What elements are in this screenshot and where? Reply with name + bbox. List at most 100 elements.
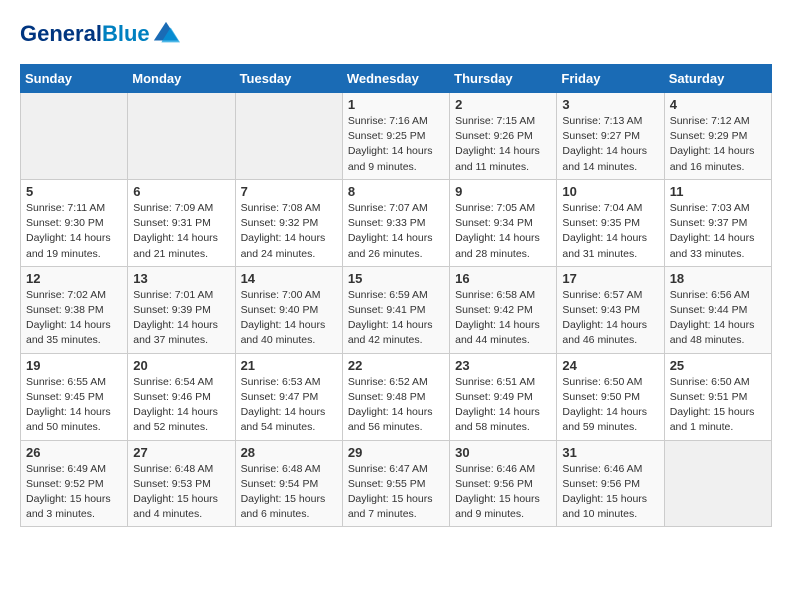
sunrise-label: Sunrise: 6:55 AM [26,376,106,388]
day-number: 27 [133,445,229,460]
daylight-label: Daylight: 15 hours and 3 minutes. [26,493,111,520]
calendar-cell: 4 Sunrise: 7:12 AM Sunset: 9:29 PM Dayli… [664,93,771,180]
daylight-label: Daylight: 14 hours and 35 minutes. [26,319,111,346]
calendar-week-row: 5 Sunrise: 7:11 AM Sunset: 9:30 PM Dayli… [21,179,772,266]
day-number: 8 [348,184,444,199]
day-info: Sunrise: 7:02 AM Sunset: 9:38 PM Dayligh… [26,288,122,349]
sunrise-label: Sunrise: 6:51 AM [455,376,535,388]
day-number: 20 [133,358,229,373]
calendar-cell: 31 Sunrise: 6:46 AM Sunset: 9:56 PM Dayl… [557,440,664,527]
day-info: Sunrise: 6:53 AM Sunset: 9:47 PM Dayligh… [241,375,337,436]
sunset-label: Sunset: 9:48 PM [348,391,426,403]
day-info: Sunrise: 6:55 AM Sunset: 9:45 PM Dayligh… [26,375,122,436]
sunrise-label: Sunrise: 7:08 AM [241,202,321,214]
daylight-label: Daylight: 14 hours and 56 minutes. [348,406,433,433]
calendar-table: SundayMondayTuesdayWednesdayThursdayFrid… [20,64,772,527]
logo-icon [152,20,180,48]
day-number: 1 [348,97,444,112]
day-info: Sunrise: 6:46 AM Sunset: 9:56 PM Dayligh… [562,462,658,523]
calendar-cell [21,93,128,180]
sunrise-label: Sunrise: 6:48 AM [133,463,213,475]
daylight-label: Daylight: 14 hours and 33 minutes. [670,232,755,259]
sunrise-label: Sunrise: 6:49 AM [26,463,106,475]
daylight-label: Daylight: 15 hours and 6 minutes. [241,493,326,520]
sunset-label: Sunset: 9:42 PM [455,304,533,316]
calendar-cell: 9 Sunrise: 7:05 AM Sunset: 9:34 PM Dayli… [450,179,557,266]
sunrise-label: Sunrise: 6:53 AM [241,376,321,388]
day-number: 9 [455,184,551,199]
sunrise-label: Sunrise: 6:56 AM [670,289,750,301]
sunset-label: Sunset: 9:29 PM [670,130,748,142]
calendar-cell: 14 Sunrise: 7:00 AM Sunset: 9:40 PM Dayl… [235,266,342,353]
sunset-label: Sunset: 9:34 PM [455,217,533,229]
sunset-label: Sunset: 9:35 PM [562,217,640,229]
sunset-label: Sunset: 9:53 PM [133,478,211,490]
sunset-label: Sunset: 9:43 PM [562,304,640,316]
sunrise-label: Sunrise: 7:07 AM [348,202,428,214]
sunrise-label: Sunrise: 7:11 AM [26,202,105,214]
weekday-header-tuesday: Tuesday [235,65,342,93]
daylight-label: Daylight: 14 hours and 52 minutes. [133,406,218,433]
day-info: Sunrise: 7:07 AM Sunset: 9:33 PM Dayligh… [348,201,444,262]
calendar-cell: 19 Sunrise: 6:55 AM Sunset: 9:45 PM Dayl… [21,353,128,440]
weekday-header-saturday: Saturday [664,65,771,93]
sunset-label: Sunset: 9:38 PM [26,304,104,316]
calendar-week-row: 26 Sunrise: 6:49 AM Sunset: 9:52 PM Dayl… [21,440,772,527]
day-number: 10 [562,184,658,199]
daylight-label: Daylight: 14 hours and 9 minutes. [348,145,433,172]
sunrise-label: Sunrise: 7:16 AM [348,115,428,127]
sunrise-label: Sunrise: 6:52 AM [348,376,428,388]
day-info: Sunrise: 7:00 AM Sunset: 9:40 PM Dayligh… [241,288,337,349]
day-number: 3 [562,97,658,112]
sunrise-label: Sunrise: 6:47 AM [348,463,428,475]
day-info: Sunrise: 7:01 AM Sunset: 9:39 PM Dayligh… [133,288,229,349]
daylight-label: Daylight: 15 hours and 10 minutes. [562,493,647,520]
day-number: 2 [455,97,551,112]
calendar-cell: 10 Sunrise: 7:04 AM Sunset: 9:35 PM Dayl… [557,179,664,266]
weekday-header-row: SundayMondayTuesdayWednesdayThursdayFrid… [21,65,772,93]
day-info: Sunrise: 7:15 AM Sunset: 9:26 PM Dayligh… [455,114,551,175]
day-info: Sunrise: 6:52 AM Sunset: 9:48 PM Dayligh… [348,375,444,436]
sunset-label: Sunset: 9:31 PM [133,217,211,229]
day-info: Sunrise: 6:51 AM Sunset: 9:49 PM Dayligh… [455,375,551,436]
day-info: Sunrise: 6:59 AM Sunset: 9:41 PM Dayligh… [348,288,444,349]
calendar-cell: 30 Sunrise: 6:46 AM Sunset: 9:56 PM Dayl… [450,440,557,527]
daylight-label: Daylight: 14 hours and 46 minutes. [562,319,647,346]
day-number: 30 [455,445,551,460]
calendar-week-row: 1 Sunrise: 7:16 AM Sunset: 9:25 PM Dayli… [21,93,772,180]
daylight-label: Daylight: 14 hours and 14 minutes. [562,145,647,172]
daylight-label: Daylight: 14 hours and 54 minutes. [241,406,326,433]
daylight-label: Daylight: 14 hours and 16 minutes. [670,145,755,172]
calendar-cell: 26 Sunrise: 6:49 AM Sunset: 9:52 PM Dayl… [21,440,128,527]
sunrise-label: Sunrise: 7:04 AM [562,202,642,214]
sunrise-label: Sunrise: 7:09 AM [133,202,213,214]
day-number: 16 [455,271,551,286]
sunrise-label: Sunrise: 7:05 AM [455,202,535,214]
sunrise-label: Sunrise: 7:13 AM [562,115,642,127]
calendar-cell: 16 Sunrise: 6:58 AM Sunset: 9:42 PM Dayl… [450,266,557,353]
sunset-label: Sunset: 9:49 PM [455,391,533,403]
sunrise-label: Sunrise: 7:15 AM [455,115,535,127]
daylight-label: Daylight: 14 hours and 26 minutes. [348,232,433,259]
day-number: 13 [133,271,229,286]
daylight-label: Daylight: 14 hours and 11 minutes. [455,145,540,172]
daylight-label: Daylight: 14 hours and 19 minutes. [26,232,111,259]
sunset-label: Sunset: 9:55 PM [348,478,426,490]
day-number: 6 [133,184,229,199]
day-info: Sunrise: 6:46 AM Sunset: 9:56 PM Dayligh… [455,462,551,523]
calendar-cell: 23 Sunrise: 6:51 AM Sunset: 9:49 PM Dayl… [450,353,557,440]
calendar-cell: 2 Sunrise: 7:15 AM Sunset: 9:26 PM Dayli… [450,93,557,180]
day-info: Sunrise: 6:57 AM Sunset: 9:43 PM Dayligh… [562,288,658,349]
calendar-cell [128,93,235,180]
sunset-label: Sunset: 9:51 PM [670,391,748,403]
day-info: Sunrise: 6:50 AM Sunset: 9:51 PM Dayligh… [670,375,766,436]
sunset-label: Sunset: 9:33 PM [348,217,426,229]
day-info: Sunrise: 7:13 AM Sunset: 9:27 PM Dayligh… [562,114,658,175]
sunrise-label: Sunrise: 7:01 AM [133,289,213,301]
weekday-header-monday: Monday [128,65,235,93]
daylight-label: Daylight: 15 hours and 4 minutes. [133,493,218,520]
daylight-label: Daylight: 14 hours and 42 minutes. [348,319,433,346]
sunrise-label: Sunrise: 7:03 AM [670,202,750,214]
sunset-label: Sunset: 9:56 PM [562,478,640,490]
sunset-label: Sunset: 9:25 PM [348,130,426,142]
